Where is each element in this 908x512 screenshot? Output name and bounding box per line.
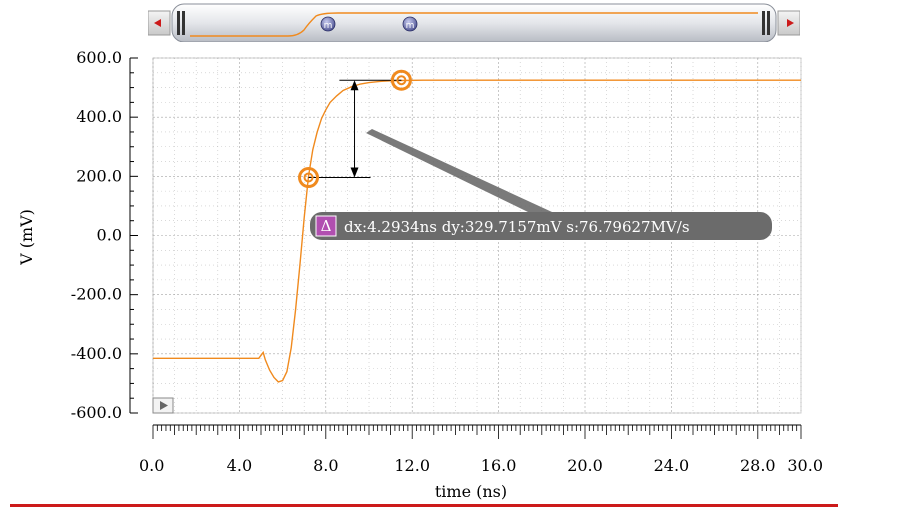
delta-label-box[interactable]: Δ dx:4.2934ns dy:329.7157mV s:76.79627MV… [310, 212, 772, 240]
delta-callout-pointer [366, 129, 552, 212]
play-button[interactable] [152, 397, 174, 414]
x-tick-label: 20.0 [567, 456, 603, 475]
y-tick-label: 600.0 [76, 48, 122, 67]
y-tick-label: 400.0 [76, 107, 122, 126]
delta-arrow-head-down [350, 167, 359, 178]
x-tick-label: 30.0 [787, 456, 823, 475]
y-tick-label: -200.0 [71, 285, 122, 304]
y-axis-title: V (mV) [17, 209, 36, 266]
delta-icon-text: Δ [321, 217, 332, 235]
delta-annotation [308, 79, 552, 212]
y-tick-label: -400.0 [71, 344, 122, 363]
waveform-chart[interactable]: 600.0 400.0 200.0 0.0 -200.0 -400.0 -600.0 0.0 4… [0, 0, 908, 512]
x-tick-label: 24.0 [654, 456, 690, 475]
y-tick-label: -600.0 [71, 403, 122, 422]
x-tick-label: 4.0 [227, 456, 252, 475]
x-tick-label: 28.0 [740, 456, 776, 475]
bottom-rule [10, 504, 838, 507]
x-tick-label: 12.0 [394, 456, 430, 475]
x-tick-label: 8.0 [313, 456, 338, 475]
delta-readout: dx:4.2934ns dy:329.7157mV s:76.79627MV/s [344, 218, 690, 236]
x-axis-title: time (ns) [435, 482, 507, 501]
y-tick-label: 200.0 [76, 166, 122, 185]
x-tick-label: 16.0 [481, 456, 517, 475]
y-tick-label: 0.0 [97, 226, 122, 245]
x-tick-label: 0.0 [139, 456, 164, 475]
axes: 600.0 400.0 200.0 0.0 -200.0 -400.0 -600.0 0.0 4… [71, 48, 823, 475]
